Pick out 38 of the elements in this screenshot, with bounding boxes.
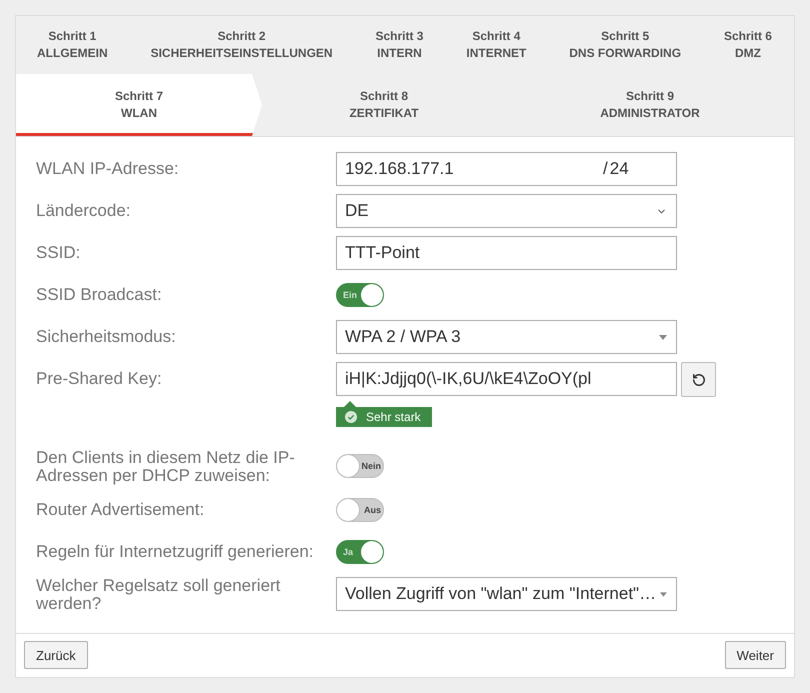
text-field[interactable]: TTT-Point [336, 236, 677, 270]
field-label: Welcher Regelsatz soll generiert werden? [36, 577, 282, 613]
select-field[interactable]: WPA 2 / WPA 3 [336, 320, 677, 354]
toggle-switch[interactable]: Aus [336, 498, 384, 522]
netmask-separator: / [603, 159, 608, 179]
field-label: Router Advertisement: [36, 499, 206, 521]
caret-down-icon [660, 592, 667, 596]
field-label: Sicherheitsmodus: [36, 326, 177, 348]
ip-address-field[interactable]: 192.168.177.1 /24 [336, 152, 677, 186]
field-label: Ländercode: [36, 200, 132, 222]
step-tab[interactable]: Schritt 9 ADMINISTRATOR [506, 74, 794, 136]
select-field[interactable]: Vollen Zugriff von "wlan" zum "Internet"… [336, 577, 677, 611]
rotate-left-icon [692, 372, 706, 386]
step-tab[interactable]: Schritt 6 DMZ [724, 28, 772, 62]
toggle-switch[interactable]: Nein [336, 454, 384, 478]
ip-input[interactable]: 192.168.177.1 [345, 158, 603, 180]
field-label: Pre-Shared Key: [36, 368, 163, 390]
step-tab[interactable]: Schritt 8 ZERTIFIKAT [262, 74, 506, 136]
next-button[interactable]: Weiter [724, 641, 786, 669]
caret-down-icon [659, 334, 667, 340]
step-tab[interactable]: Schritt 4 INTERNET [466, 28, 526, 62]
select-field[interactable]: DE [336, 194, 677, 228]
refresh-button[interactable] [681, 362, 716, 397]
strength-label: Sehr stark [366, 410, 421, 424]
step-tab[interactable]: Schritt 2 SICHERHEITSEINSTELLUNGEN [150, 28, 333, 62]
key-field[interactable]: iH|K:Jdjjq0(\-IK,6U/\kE4\ZoOY(pl [336, 362, 677, 396]
field-label: SSID Broadcast: [36, 284, 163, 306]
step-tab[interactable]: Schritt 5 DNS FORWARDING [569, 28, 682, 62]
netmask-input[interactable]: 24 [610, 158, 670, 180]
back-button[interactable]: Zurück [24, 641, 88, 669]
check-icon [345, 411, 357, 423]
step-tab[interactable]: Schritt 7 WLAN [16, 74, 262, 136]
field-label: SSID: [36, 242, 82, 264]
step-tab[interactable]: Schritt 1 ALLGEMEIN [37, 28, 108, 62]
field-label: WLAN IP-Adresse: [36, 158, 180, 180]
field-label: Den Clients in diesem Netz die IP-Adressen per DHCP zuweisen: [36, 449, 296, 485]
step-tab[interactable]: Schritt 3 INTERN [375, 28, 424, 62]
field-label: Regeln für Internetzugriff generieren: [36, 541, 315, 563]
